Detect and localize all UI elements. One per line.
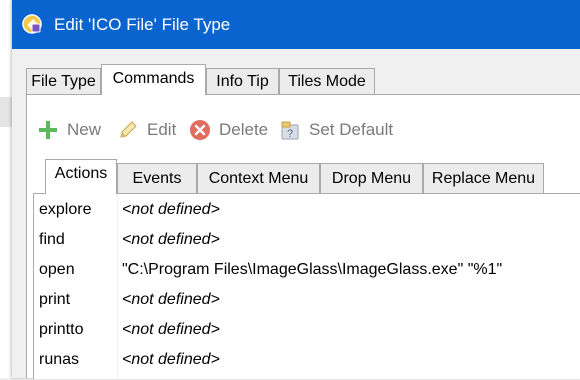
background-desktop — [0, 0, 12, 378]
action-command: "C:\Program Files\ImageGlass\ImageGlass.… — [122, 261, 503, 278]
action-command: <not defined> — [122, 201, 220, 218]
action-name: runas — [39, 351, 80, 368]
action-command: <not defined> — [122, 291, 220, 308]
delete-button[interactable]: Delete — [189, 117, 274, 143]
tab-commands[interactable]: Commands — [101, 64, 206, 95]
commands-panel: New Edit Delete ? Set Default Actions Ev… — [26, 94, 580, 380]
delete-button-label: Delete — [219, 120, 269, 139]
action-name: print — [39, 291, 71, 308]
svg-text:?: ? — [287, 128, 293, 140]
list-item[interactable]: runas <not defined> — [34, 345, 580, 375]
list-item[interactable]: find <not defined> — [34, 225, 580, 255]
list-item[interactable]: printto <not defined> — [34, 315, 580, 345]
list-item[interactable]: open "C:\Program Files\ImageGlass\ImageG… — [34, 255, 580, 285]
action-name: find — [39, 231, 65, 248]
set-default-button-label: Set Default — [309, 120, 394, 139]
set-default-icon: ? — [281, 121, 299, 140]
new-button-label: New — [67, 120, 102, 139]
tab-tiles-mode[interactable]: Tiles Mode — [279, 68, 375, 94]
action-command: <not defined> — [122, 321, 220, 338]
edit-file-type-dialog: Edit 'ICO File' File Type File Type Comm… — [12, 0, 580, 380]
list-item[interactable]: explore <not defined> — [34, 195, 580, 225]
tab-events[interactable]: Events — [117, 163, 197, 193]
delete-icon — [190, 120, 210, 140]
tab-replace-menu[interactable]: Replace Menu — [423, 163, 544, 193]
window-title: Edit 'ICO File' File Type — [54, 15, 231, 34]
edit-button[interactable]: Edit — [117, 117, 182, 143]
title-bar[interactable]: Edit 'ICO File' File Type — [12, 0, 580, 49]
tab-drop-menu[interactable]: Drop Menu — [320, 163, 423, 193]
plus-icon — [39, 121, 57, 139]
new-button[interactable]: New — [37, 117, 107, 143]
set-default-button[interactable]: ? Set Default — [279, 117, 404, 143]
action-name: open — [39, 261, 75, 278]
actions-list-panel: explore <not defined> find <not defined>… — [33, 193, 580, 380]
tab-file-type[interactable]: File Type — [26, 68, 101, 94]
background-stripe — [0, 97, 12, 127]
edit-button-label: Edit — [147, 120, 177, 139]
tab-info-tip[interactable]: Info Tip — [206, 68, 279, 94]
pencil-icon — [120, 121, 137, 138]
action-command: <not defined> — [122, 351, 220, 368]
action-command: <not defined> — [122, 231, 220, 248]
tab-actions[interactable]: Actions — [45, 159, 117, 194]
tab-context-menu[interactable]: Context Menu — [197, 163, 320, 193]
app-icon — [22, 14, 42, 34]
action-name: printto — [39, 321, 84, 338]
action-name: explore — [39, 201, 92, 218]
list-item[interactable]: print <not defined> — [34, 285, 580, 315]
